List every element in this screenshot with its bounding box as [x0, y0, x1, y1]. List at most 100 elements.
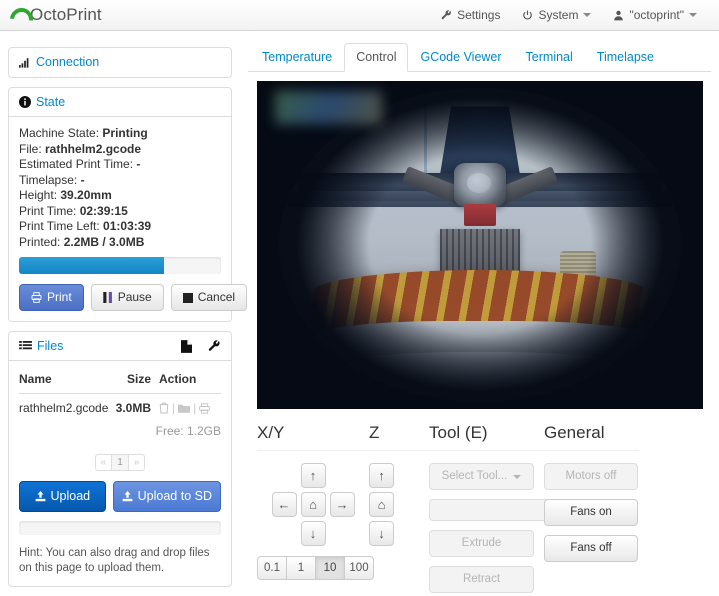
main-content: Temperature Control GCode Viewer Termina… — [248, 43, 711, 593]
state-line-printed: Printed: 2.2MB / 3.0MB — [19, 235, 221, 251]
state-line-print-time: Print Time: 02:39:15 — [19, 204, 221, 220]
file-row-name[interactable]: rathhelm2.gcode — [19, 394, 113, 418]
step-size-0.1-button[interactable]: 0.1 — [257, 556, 287, 580]
printer-knob — [344, 358, 376, 386]
step-size-1-button[interactable]: 1 — [286, 556, 316, 580]
select-tool-dropdown[interactable]: Select Tool... — [429, 463, 534, 490]
fans-off-button[interactable]: Fans off — [544, 535, 638, 562]
motors-off-button[interactable]: Motors off — [544, 463, 638, 490]
retract-button[interactable]: Retract — [429, 566, 534, 593]
state-value-timelapse: - — [81, 173, 85, 187]
state-label-printed: Printed: — [19, 235, 60, 249]
control-heading-xy: X/Y — [257, 423, 369, 451]
tab-temperature[interactable]: Temperature — [250, 43, 344, 72]
jog-z-minus-button[interactable]: ↓ — [369, 521, 394, 546]
table-row[interactable]: rathhelm2.gcode 3.0MB | — [19, 394, 221, 418]
home-xy-button[interactable]: ⌂ — [301, 492, 326, 517]
jog-z-plus-button[interactable]: ↑ — [369, 463, 394, 488]
chevron-down-icon — [513, 475, 521, 479]
nav-settings-button[interactable]: Settings — [431, 2, 510, 28]
files-free-space-row: Free: 1.2GB — [19, 417, 221, 440]
file-icon[interactable] — [181, 340, 192, 353]
state-value-print-time-left: 01:03:39 — [103, 219, 151, 233]
brand-logo-link[interactable]: OctoPrint — [10, 5, 102, 25]
control-column-xy: X/Y ↑ ← ⌂ → ↓ 0.1 1 10 100 — [257, 423, 369, 593]
upload-icon — [122, 491, 133, 502]
files-table-head: Name Size Action — [19, 370, 221, 394]
tool-controls-stack: Select Tool... mm Extrude Retract — [429, 463, 544, 593]
user-icon — [613, 10, 624, 21]
tab-gcode-viewer[interactable]: GCode Viewer — [408, 43, 513, 72]
printer-hotend — [464, 204, 496, 226]
printer-icon[interactable] — [199, 403, 210, 414]
state-label-print-time-left: Print Time Left: — [19, 219, 100, 233]
jog-x-minus-button[interactable]: ← — [272, 492, 297, 517]
connection-panel-header[interactable]: Connection — [9, 48, 231, 77]
tab-timelapse[interactable]: Timelapse — [585, 43, 666, 72]
webcam-stream[interactable] — [257, 81, 703, 409]
connection-panel-title[interactable]: Connection — [36, 55, 99, 69]
file-action-icons: | | — [159, 401, 221, 415]
pause-button[interactable]: Pause — [91, 284, 164, 311]
pagination-page-1[interactable]: 1 — [111, 454, 129, 471]
print-button-label: Print — [47, 290, 72, 305]
jog-y-minus-button[interactable]: ↓ — [301, 521, 326, 546]
nav-system-label: System — [538, 8, 578, 22]
main-tabs: Temperature Control GCode Viewer Termina… — [248, 43, 711, 72]
control-panel: X/Y ↑ ← ⌂ → ↓ 0.1 1 10 100 — [248, 409, 711, 593]
state-label-file: File: — [19, 142, 42, 156]
nav-user-label: "octoprint" — [629, 8, 684, 22]
file-row-actions: | | — [159, 394, 221, 418]
state-label-machine-state: Machine State: — [19, 126, 99, 140]
files-panel: Files Name Size Action — [8, 331, 232, 587]
jog-x-plus-button[interactable]: → — [330, 492, 355, 517]
folder-load-icon[interactable] — [178, 403, 190, 414]
home-z-button[interactable]: ⌂ — [369, 492, 394, 517]
fans-on-button[interactable]: Fans on — [544, 499, 638, 526]
pagination-prev[interactable]: « — [95, 454, 113, 471]
control-column-z: Z ↑ ⌂ ↓ — [369, 423, 429, 593]
state-panel-header[interactable]: State — [9, 88, 231, 117]
xy-jog-grid: ↑ ← ⌂ → ↓ — [257, 463, 369, 546]
top-navbar: OctoPrint Settings System "octoprint" — [0, 0, 719, 31]
print-button[interactable]: Print — [19, 284, 84, 311]
tab-control[interactable]: Control — [344, 43, 408, 72]
files-col-action: Action — [159, 370, 221, 394]
upload-progress-bar — [19, 521, 221, 535]
state-label-estimated-print-time: Estimated Print Time: — [19, 157, 133, 171]
state-line-file: File: rathhelm2.gcode — [19, 142, 221, 158]
state-value-height: 39.20mm — [60, 188, 111, 202]
jog-y-plus-button[interactable]: ↑ — [301, 463, 326, 488]
wrench-icon[interactable] — [208, 340, 221, 353]
info-icon — [19, 96, 31, 108]
tab-terminal[interactable]: Terminal — [514, 43, 585, 72]
state-label-print-time: Print Time: — [19, 204, 76, 218]
navbar-right-group: Settings System "octoprint" — [431, 2, 707, 28]
state-value-print-time: 02:39:15 — [80, 204, 128, 218]
pagination-next[interactable]: » — [128, 454, 146, 471]
state-panel-title[interactable]: State — [36, 95, 65, 109]
nav-system-menu[interactable]: System — [512, 2, 601, 28]
xy-jog-middle-row: ← ⌂ → — [272, 492, 355, 517]
files-panel-body: Name Size Action rathhelm2.gcode 3.0MB — [9, 361, 231, 586]
nav-user-menu[interactable]: "octoprint" — [603, 2, 707, 28]
upload-to-sd-button-label: Upload to SD — [138, 489, 212, 504]
signal-icon — [19, 57, 31, 68]
cancel-button[interactable]: Cancel — [171, 284, 247, 311]
state-line-estimated-print-time: Estimated Print Time: - — [19, 157, 221, 173]
action-separator: | — [172, 401, 175, 415]
power-icon — [522, 10, 533, 21]
file-name-label[interactable]: rathhelm2.gcode — [19, 401, 108, 415]
trash-icon[interactable] — [159, 402, 169, 414]
upload-to-sd-button[interactable]: Upload to SD — [113, 481, 221, 512]
upload-buttons-row: Upload Upload to SD — [19, 481, 221, 512]
upload-button[interactable]: Upload — [19, 481, 106, 512]
extrude-button[interactable]: Extrude — [429, 530, 534, 557]
files-pagination: « 1 » — [19, 454, 221, 471]
printer-side-panel-left — [287, 220, 351, 283]
files-panel-title[interactable]: Files — [37, 339, 63, 353]
webcam-container — [248, 72, 711, 409]
extrusion-amount-field[interactable]: mm — [429, 499, 534, 521]
step-size-10-button[interactable]: 10 — [315, 556, 345, 580]
stop-icon — [183, 293, 193, 303]
